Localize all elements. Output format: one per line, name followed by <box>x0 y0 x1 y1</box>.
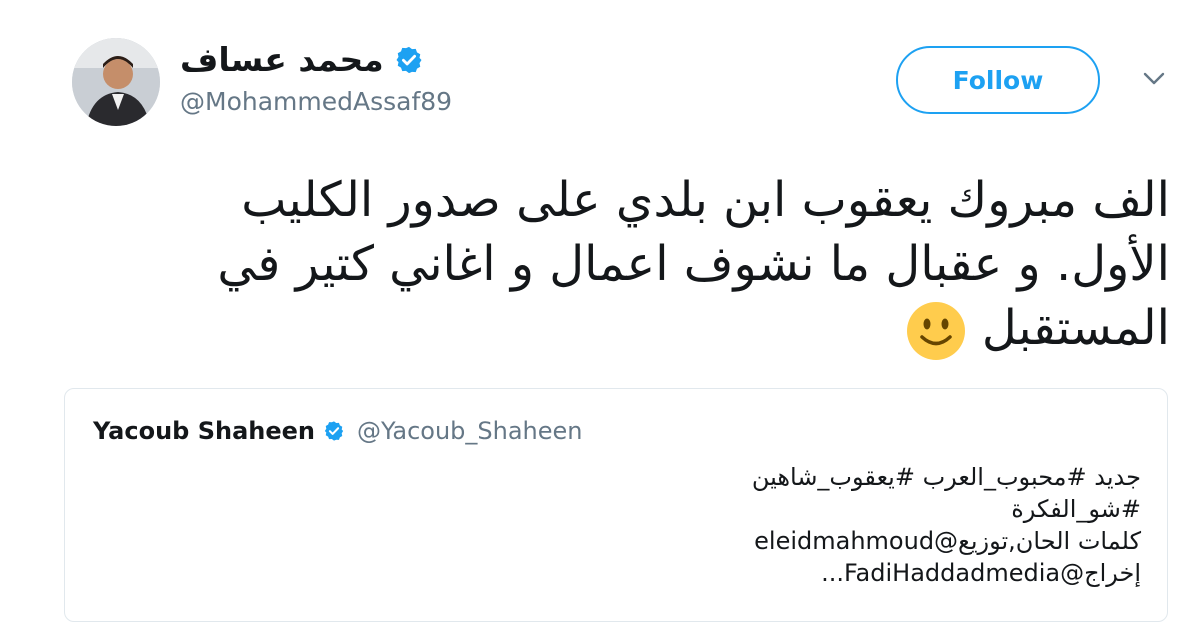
follow-button[interactable]: Follow <box>896 46 1100 114</box>
author-handle[interactable]: @MohammedAssaf89 <box>180 86 452 118</box>
verified-badge-icon <box>323 420 345 442</box>
tweet-line-text: المستقبل <box>981 300 1170 356</box>
quoted-author-handle: @Yacoub_Shaheen <box>357 417 583 445</box>
slightly-smiling-face-icon <box>905 300 967 362</box>
quoted-tweet-line: جديد #محبوب_العرب #يعقوب_شاهين <box>751 463 1141 491</box>
quoted-tweet-text: جديد #محبوب_العرب #يعقوب_شاهين #شو_الفكر… <box>441 461 1141 589</box>
tweet-line: الف مبروك يعقوب ابن بلدي على صدور الكليب <box>241 172 1170 228</box>
tweet-line: الأول. و عقبال ما نشوف اعمال و اغاني كتي… <box>217 236 1170 292</box>
quoted-author-name: Yacoub Shaheen <box>93 417 315 445</box>
tweet-line-last: المستقبل <box>100 296 1170 362</box>
quoted-tweet-line: #شو_الفكرة <box>1011 495 1141 523</box>
quoted-tweet-card[interactable]: Yacoub Shaheen @Yacoub_Shaheen جديد #محب… <box>64 388 1168 622</box>
author-display-name[interactable]: محمد عساف <box>180 40 384 80</box>
avatar[interactable] <box>72 38 160 126</box>
author-name-row: محمد عساف <box>180 40 424 80</box>
quoted-tweet-line: كلمات الحان,توزيع@eleidmahmoud <box>754 527 1141 555</box>
chevron-down-icon[interactable] <box>1142 68 1166 88</box>
quoted-tweet-header: Yacoub Shaheen @Yacoub_Shaheen <box>93 417 583 445</box>
verified-badge-icon <box>394 45 424 75</box>
quoted-tweet-line: إخراج@FadiHaddadmedia... <box>821 559 1141 587</box>
tweet-text: الف مبروك يعقوب ابن بلدي على صدور الكليب… <box>100 168 1170 362</box>
